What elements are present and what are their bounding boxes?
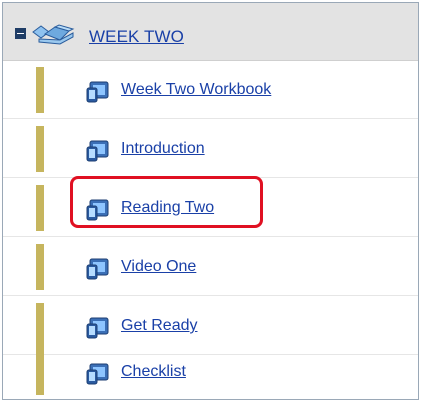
list-item: Introduction bbox=[3, 120, 418, 178]
content-tree: WEEK TWO Week Two Workbook Introduction bbox=[2, 2, 419, 400]
get-ready-link[interactable]: Get Ready bbox=[121, 317, 197, 335]
module-header: WEEK TWO bbox=[3, 3, 418, 61]
content-item-icon bbox=[86, 140, 109, 162]
list-item: Video One bbox=[3, 238, 418, 296]
content-item-icon bbox=[86, 81, 109, 103]
week-two-link[interactable]: WEEK TWO bbox=[89, 27, 184, 47]
indent-bar bbox=[36, 244, 44, 290]
indent-bar bbox=[36, 185, 44, 231]
indent-bar bbox=[36, 67, 44, 113]
module-folder-icon bbox=[32, 24, 75, 45]
content-item-icon bbox=[86, 317, 109, 339]
content-item-icon bbox=[86, 363, 109, 385]
introduction-link[interactable]: Introduction bbox=[121, 140, 205, 158]
list-item: Week Two Workbook bbox=[3, 61, 418, 119]
content-item-icon bbox=[86, 258, 109, 280]
week-two-workbook-link[interactable]: Week Two Workbook bbox=[121, 81, 271, 99]
video-one-link[interactable]: Video One bbox=[121, 258, 196, 276]
list-item: Reading Two bbox=[3, 179, 418, 237]
indent-bar bbox=[36, 126, 44, 172]
list-item: Checklist bbox=[3, 343, 418, 401]
collapse-icon[interactable] bbox=[15, 28, 26, 39]
indent-bar bbox=[36, 349, 44, 395]
checklist-link[interactable]: Checklist bbox=[121, 363, 186, 381]
reading-two-link[interactable]: Reading Two bbox=[121, 199, 214, 217]
content-item-icon bbox=[86, 199, 109, 221]
